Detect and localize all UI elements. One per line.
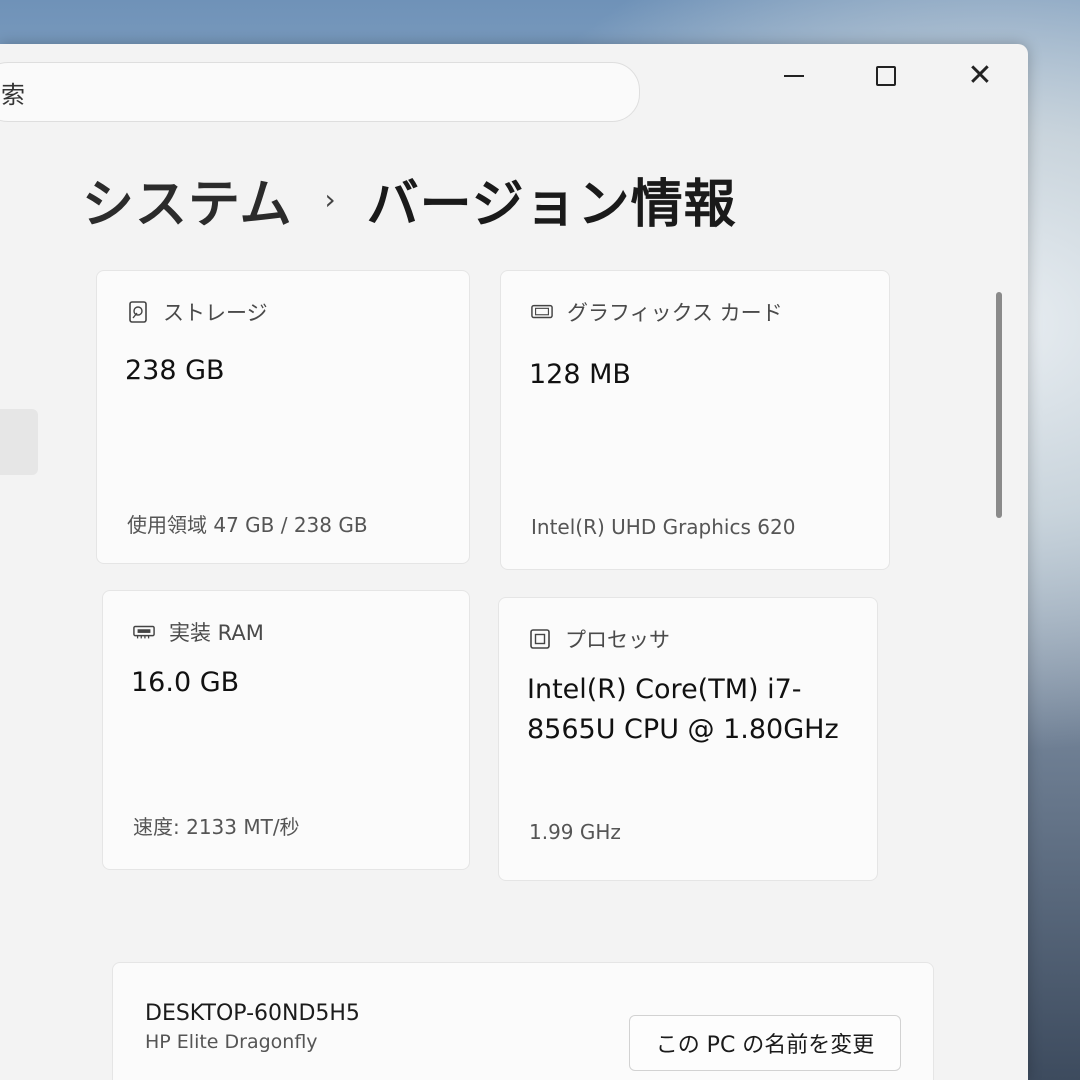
device-name-card: DESKTOP-60ND5H5 HP Elite Dragonfly この PC… bbox=[112, 962, 934, 1080]
breadcrumb-parent[interactable]: システム bbox=[82, 162, 292, 237]
close-icon: ✕ bbox=[967, 58, 993, 93]
cpu-chip-icon bbox=[529, 629, 551, 649]
sidebar-selected-item[interactable] bbox=[0, 409, 38, 475]
minimize-button[interactable] bbox=[764, 54, 824, 98]
ram-card: 実装 RAM 16.0 GB 速度: 2133 MT/秒 bbox=[102, 590, 470, 870]
page-title: バージョン情報 bbox=[366, 175, 737, 235]
settings-window: 索 ✕ システム › バージョン情報 ストレージ 238 GB 使用領域 47 … bbox=[0, 44, 1028, 1080]
storage-value: 238 GB bbox=[125, 355, 225, 386]
search-text: 索 bbox=[1, 80, 25, 109]
rename-pc-button[interactable]: この PC の名前を変更 bbox=[629, 1015, 901, 1071]
graphics-title: グラフィックス カード bbox=[567, 301, 783, 325]
scrollbar-thumb[interactable] bbox=[996, 292, 1002, 518]
processor-detail: 1.99 GHz bbox=[529, 820, 621, 844]
chevron-right-icon: › bbox=[324, 183, 337, 216]
device-name: DESKTOP-60ND5H5 bbox=[145, 1001, 360, 1026]
processor-card: プロセッサ Intel(R) Core(TM) i7-8565U CPU @ 1… bbox=[498, 597, 878, 881]
breadcrumb: システム › バージョン情報 bbox=[82, 162, 737, 237]
processor-value: Intel(R) Core(TM) i7-8565U CPU @ 1.80GHz bbox=[527, 674, 839, 745]
device-model: HP Elite Dragonfly bbox=[145, 1031, 318, 1053]
storage-card: ストレージ 238 GB 使用領域 47 GB / 238 GB bbox=[96, 270, 470, 564]
graphics-value: 128 MB bbox=[529, 359, 631, 390]
graphics-card-card: グラフィックス カード 128 MB Intel(R) UHD Graphics… bbox=[500, 270, 890, 570]
memory-icon bbox=[133, 622, 155, 642]
maximize-button[interactable] bbox=[856, 54, 916, 98]
processor-title: プロセッサ bbox=[565, 628, 670, 652]
storage-title: ストレージ bbox=[163, 301, 268, 325]
display-adapter-icon bbox=[531, 302, 553, 322]
storage-detail: 使用領域 47 GB / 238 GB bbox=[127, 513, 368, 537]
storage-drive-icon bbox=[127, 301, 149, 323]
ram-title: 実装 RAM bbox=[169, 621, 264, 645]
ram-value: 16.0 GB bbox=[131, 667, 240, 698]
minimize-icon bbox=[784, 75, 804, 77]
ram-detail: 速度: 2133 MT/秒 bbox=[133, 815, 300, 839]
close-button[interactable]: ✕ bbox=[950, 54, 1010, 98]
maximize-icon bbox=[876, 66, 896, 86]
search-box[interactable]: 索 bbox=[0, 62, 640, 122]
graphics-detail: Intel(R) UHD Graphics 620 bbox=[531, 515, 796, 539]
